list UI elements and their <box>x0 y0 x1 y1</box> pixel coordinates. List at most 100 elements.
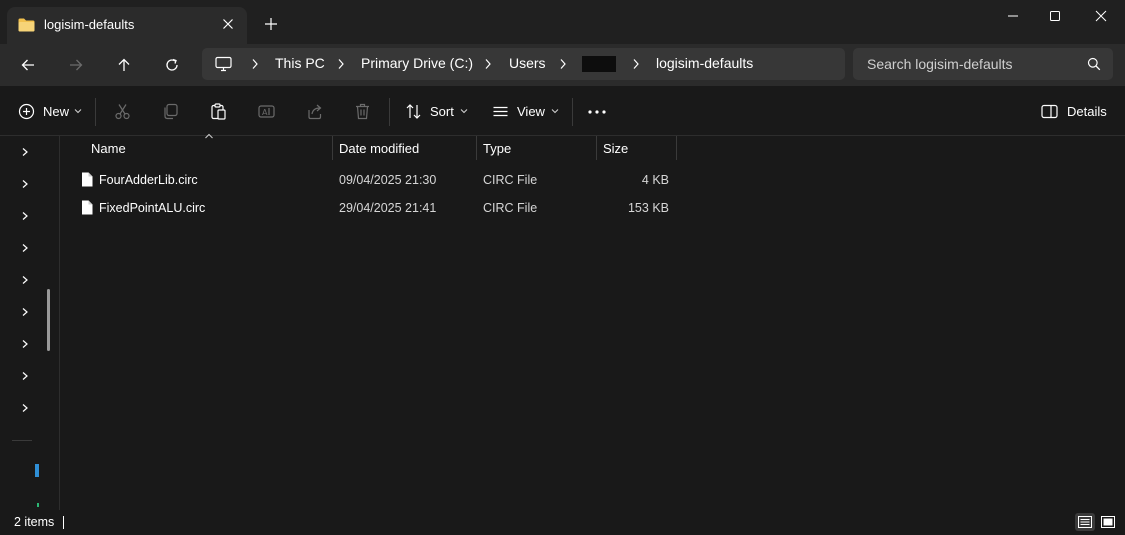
share-icon[interactable] <box>306 103 323 120</box>
new-label: New <box>43 103 70 119</box>
sort-ascending-icon <box>204 133 214 139</box>
linux-icon[interactable] <box>37 503 39 507</box>
chevron-right-icon[interactable] <box>632 58 640 70</box>
folder-icon <box>18 18 35 32</box>
chevron-right-icon[interactable] <box>20 403 30 413</box>
paste-icon[interactable] <box>210 103 227 120</box>
column-type[interactable]: Type <box>483 141 511 156</box>
minimize-button[interactable] <box>990 0 1036 32</box>
sort-button[interactable]: Sort <box>405 98 468 124</box>
details-pane-icon <box>1041 104 1058 119</box>
file-row[interactable]: FourAdderLib.circ 09/04/2025 21:30 CIRC … <box>79 167 679 193</box>
breadcrumb-primary-drive[interactable]: Primary Drive (C:) <box>361 55 473 71</box>
address-bar[interactable]: This PC Primary Drive (C:) Users logisim… <box>202 48 845 80</box>
file-list: Name Date modified Type Size FourAdderLi… <box>61 133 1125 510</box>
file-type: CIRC File <box>483 201 538 215</box>
chevron-right-icon[interactable] <box>337 58 345 70</box>
command-bar: New A Sort View Details <box>0 86 1125 136</box>
cut-icon[interactable] <box>114 103 131 120</box>
large-icons-view-button[interactable] <box>1098 513 1118 531</box>
tab-title: logisim-defaults <box>44 17 135 32</box>
breadcrumb-this-pc[interactable]: This PC <box>275 55 325 71</box>
column-divider[interactable] <box>332 136 333 160</box>
file-name: FourAdderLib.circ <box>99 173 198 187</box>
file-name: FixedPointALU.circ <box>99 201 206 215</box>
search-input[interactable]: Search logisim-defaults <box>867 56 1013 72</box>
column-name[interactable]: Name <box>91 141 126 156</box>
copy-icon[interactable] <box>162 103 179 120</box>
status-divider <box>63 516 64 529</box>
chevron-right-icon[interactable] <box>20 147 30 157</box>
network-icon[interactable] <box>35 464 39 477</box>
computer-icon[interactable] <box>215 56 232 72</box>
status-bar: 2 items <box>0 510 1125 535</box>
breadcrumb-users[interactable]: Users <box>509 55 546 71</box>
column-divider[interactable] <box>476 136 477 160</box>
plus-icon[interactable] <box>262 15 280 33</box>
chevron-down-icon <box>460 108 468 114</box>
up-icon <box>116 57 132 73</box>
column-divider[interactable] <box>596 136 597 160</box>
svg-text:A: A <box>262 108 268 117</box>
back-icon <box>20 57 36 73</box>
separator <box>12 440 32 441</box>
rename-icon[interactable]: A <box>258 103 275 120</box>
chevron-right-icon[interactable] <box>484 58 492 70</box>
view-button[interactable]: View <box>492 98 559 124</box>
file-icon <box>81 172 93 187</box>
close-window-button[interactable] <box>1078 0 1124 32</box>
chevron-right-icon[interactable] <box>20 339 30 349</box>
new-button[interactable]: New <box>18 98 82 124</box>
title-bar: logisim-defaults <box>0 0 1125 44</box>
chevron-right-icon[interactable] <box>20 275 30 285</box>
maximize-icon <box>1049 10 1061 22</box>
maximize-button[interactable] <box>1032 0 1078 32</box>
forward-button[interactable] <box>61 52 91 78</box>
item-count: 2 items <box>14 515 55 529</box>
close-icon[interactable] <box>219 15 237 33</box>
chevron-right-icon[interactable] <box>251 58 259 70</box>
sort-icon <box>405 103 422 120</box>
file-size: 4 KB <box>641 173 669 187</box>
details-view-button[interactable] <box>1075 513 1095 531</box>
column-header-row: Name Date modified Type Size <box>61 133 681 162</box>
column-divider[interactable] <box>676 136 677 160</box>
back-button[interactable] <box>13 52 43 78</box>
close-icon <box>1095 10 1107 22</box>
file-type: CIRC File <box>483 173 538 187</box>
file-size: 153 KB <box>627 201 669 215</box>
more-icon[interactable] <box>588 110 606 114</box>
tab-logisim-defaults[interactable]: logisim-defaults <box>7 7 247 44</box>
column-date-modified[interactable]: Date modified <box>339 141 419 156</box>
column-size[interactable]: Size <box>603 141 628 156</box>
chevron-right-icon[interactable] <box>20 211 30 221</box>
chevron-down-icon <box>74 108 82 114</box>
file-icon <box>81 200 93 215</box>
chevron-right-icon[interactable] <box>20 307 30 317</box>
file-date-modified: 09/04/2025 21:30 <box>339 173 437 187</box>
search-box[interactable]: Search logisim-defaults <box>853 48 1113 80</box>
file-explorer-window: logisim-defaults This PC Primary Drive (… <box>0 0 1125 535</box>
breadcrumb-current-folder[interactable]: logisim-defaults <box>656 55 753 71</box>
large-icons-view-icon <box>1101 516 1115 528</box>
search-icon[interactable] <box>1087 57 1101 71</box>
chevron-right-icon[interactable] <box>20 371 30 381</box>
separator <box>389 98 390 126</box>
view-icon <box>492 103 509 120</box>
redacted-username[interactable] <box>582 56 616 72</box>
plus-circle-icon <box>18 103 35 120</box>
details-button[interactable]: Details <box>1041 98 1107 124</box>
navigation-bar: This PC Primary Drive (C:) Users logisim… <box>0 44 1125 86</box>
delete-icon[interactable] <box>354 103 371 120</box>
file-row[interactable]: FixedPointALU.circ 29/04/2025 21:41 CIRC… <box>79 195 679 221</box>
chevron-right-icon[interactable] <box>20 179 30 189</box>
chevron-right-icon[interactable] <box>559 58 567 70</box>
chevron-right-icon[interactable] <box>20 243 30 253</box>
up-button[interactable] <box>109 52 139 78</box>
refresh-button[interactable] <box>157 52 187 78</box>
refresh-icon <box>164 57 180 73</box>
details-label: Details <box>1067 103 1107 119</box>
navigation-pane <box>0 136 60 510</box>
navigation-pane-scrollbar[interactable] <box>47 289 50 351</box>
details-view-icon <box>1078 516 1092 528</box>
